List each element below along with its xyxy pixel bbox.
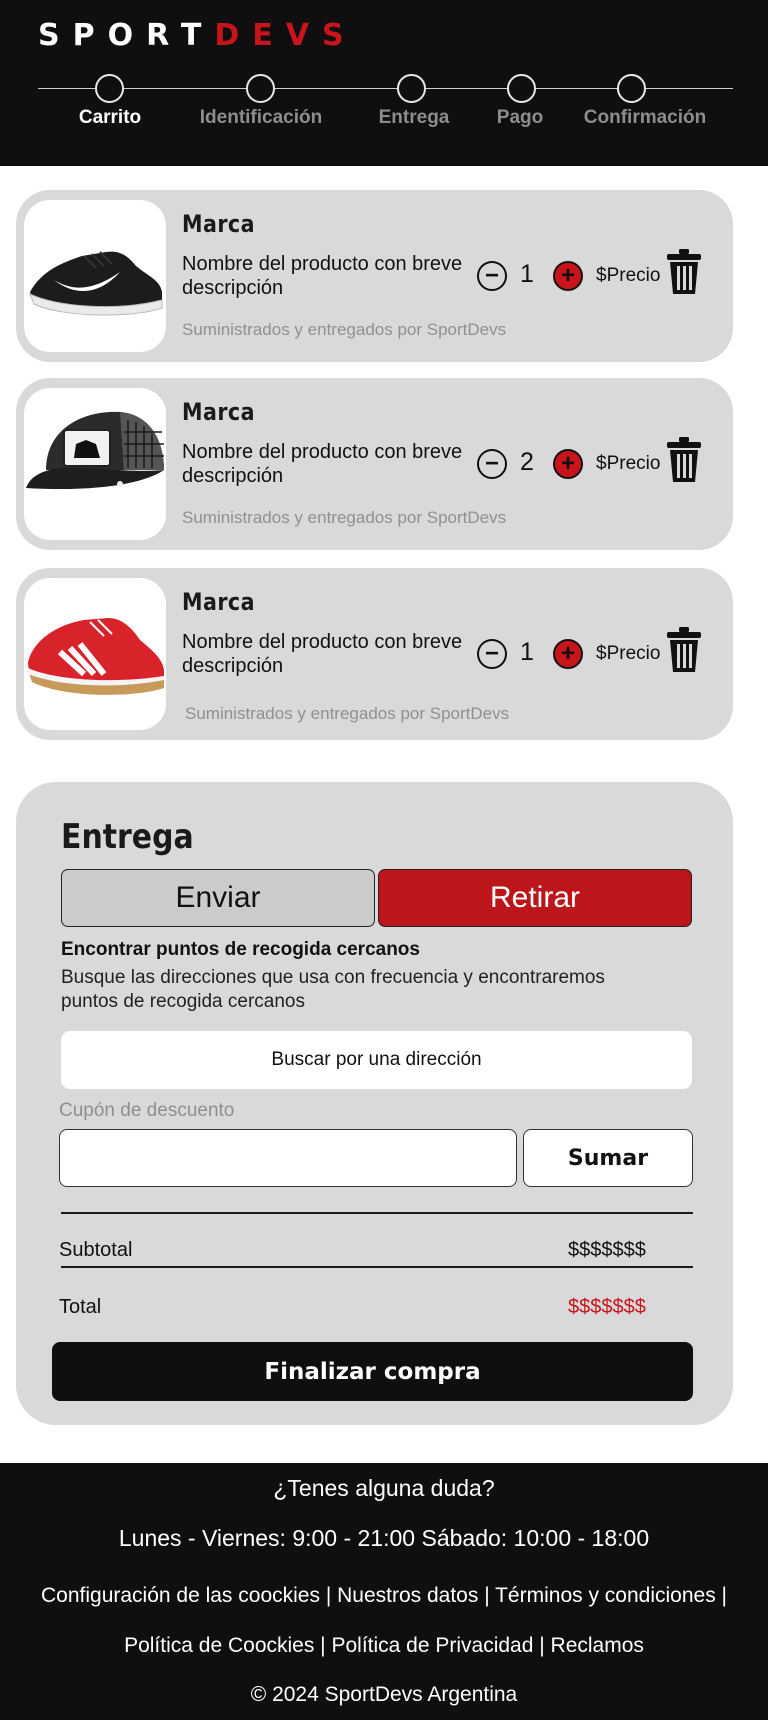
- step-pago-label: Pago: [496, 107, 544, 128]
- product-price: $Precio: [596, 453, 661, 474]
- decrease-quantity-button[interactable]: −: [477, 639, 507, 669]
- total-label: Total: [59, 1296, 102, 1318]
- delivery-title: Entrega: [61, 817, 194, 857]
- step-carrito-label: Carrito: [78, 107, 142, 128]
- footer-link-cookie-policy[interactable]: Política de Coockies: [124, 1634, 314, 1657]
- footer-hours: Lunes - Viernes: 9:00 - 21:00 Sábado: 10…: [118, 1525, 650, 1551]
- decrease-quantity-button[interactable]: −: [477, 261, 507, 291]
- send-option-button[interactable]: Enviar: [61, 869, 375, 927]
- coupon-input[interactable]: [59, 1129, 517, 1187]
- sportdevs-logo[interactable]: SPORTDEVS: [38, 16, 357, 56]
- quantity-value: 1: [520, 260, 534, 288]
- site-footer: ¿Tenes alguna duda? Lunes - Viernes: 9:0…: [0, 1463, 768, 1720]
- product-brand: Marca: [182, 588, 255, 616]
- footer-link-privacy-policy[interactable]: Política de Privacidad: [331, 1634, 533, 1657]
- pickup-points-heading: Encontrar puntos de recogida cercanos: [61, 939, 420, 960]
- divider: [61, 1266, 693, 1268]
- product-image-black-sneaker[interactable]: [24, 200, 166, 352]
- product-image-trucker-cap[interactable]: [24, 388, 166, 540]
- increase-quantity-button[interactable]: +: [553, 449, 583, 479]
- cart-item: Marca Nombre del producto con breve desc…: [16, 568, 733, 740]
- subtotal-value: $$$$$$$: [568, 1239, 646, 1261]
- product-name[interactable]: Nombre del producto con breve descripció…: [182, 252, 482, 300]
- footer-link-cookie-settings[interactable]: Configuración de las coockies: [41, 1584, 320, 1607]
- footer-link-claims[interactable]: Reclamos: [551, 1634, 644, 1657]
- increase-quantity-button[interactable]: +: [553, 261, 583, 291]
- cart-item: Marca Nombre del producto con breve desc…: [16, 190, 733, 362]
- increase-quantity-button[interactable]: +: [553, 639, 583, 669]
- minus-icon: −: [484, 450, 499, 477]
- cart-item: Marca Nombre del producto con breve desc…: [16, 378, 733, 550]
- trash-icon[interactable]: [666, 626, 702, 674]
- footer-link-terms[interactable]: Términos y condiciones: [495, 1584, 716, 1607]
- step-confirmacion-label: Confirmación: [583, 107, 707, 128]
- step-entrega-label: Entrega: [378, 107, 450, 128]
- pickup-points-description: Busque las direcciones que usa con frecu…: [61, 967, 605, 1012]
- footer-links: Configuración de las coockies | Nuestros…: [40, 1584, 727, 1657]
- plus-icon: +: [560, 262, 575, 289]
- product-price: $Precio: [596, 643, 661, 664]
- divider: [61, 1212, 693, 1214]
- subtotal-label: Subtotal: [59, 1239, 133, 1261]
- checkout-button[interactable]: Finalizar compra: [52, 1342, 693, 1401]
- product-brand: Marca: [182, 210, 255, 238]
- quantity-value: 1: [520, 638, 534, 666]
- step-entrega-marker: [397, 74, 426, 103]
- step-carrito-marker: [95, 74, 124, 103]
- delivery-summary-panel: Entrega Enviar Retirar Encontrar puntos …: [16, 782, 733, 1425]
- pickup-option-button[interactable]: Retirar: [378, 869, 692, 927]
- product-name[interactable]: Nombre del producto con breve descripció…: [182, 630, 482, 678]
- trash-icon[interactable]: [666, 436, 702, 484]
- site-header: SPORTDEVS Carrito Identificación Entrega…: [0, 0, 768, 166]
- step-identificacion-marker: [246, 74, 275, 103]
- product-name[interactable]: Nombre del producto con breve descripció…: [182, 440, 482, 488]
- footer-question: ¿Tenes alguna duda?: [273, 1475, 495, 1501]
- address-search-button[interactable]: Buscar por una dirección: [61, 1031, 692, 1089]
- quantity-value: 2: [520, 448, 534, 476]
- total-value: $$$$$$$: [568, 1296, 646, 1318]
- product-price: $Precio: [596, 265, 661, 286]
- product-supplier: Suministrados y entregados por SportDevs: [182, 508, 507, 527]
- product-image-red-sneaker[interactable]: [24, 578, 166, 730]
- trash-icon[interactable]: [666, 248, 702, 296]
- plus-icon: +: [560, 450, 575, 477]
- product-brand: Marca: [182, 398, 255, 426]
- minus-icon: −: [484, 640, 499, 667]
- decrease-quantity-button[interactable]: −: [477, 449, 507, 479]
- product-supplier: Suministrados y entregados por SportDevs: [182, 320, 507, 339]
- plus-icon: +: [560, 640, 575, 667]
- coupon-label: Cupón de descuento: [59, 1100, 235, 1121]
- footer-link-our-data[interactable]: Nuestros datos: [337, 1584, 478, 1607]
- product-supplier: Suministrados y entregados por SportDevs: [185, 704, 510, 723]
- step-identificacion-label: Identificación: [199, 107, 323, 128]
- minus-icon: −: [484, 262, 499, 289]
- apply-coupon-button[interactable]: Sumar: [523, 1129, 693, 1187]
- step-pago-marker: [507, 74, 536, 103]
- step-confirmacion-marker: [617, 74, 646, 103]
- footer-copyright: © 2024 SportDevs Argentina: [250, 1683, 518, 1706]
